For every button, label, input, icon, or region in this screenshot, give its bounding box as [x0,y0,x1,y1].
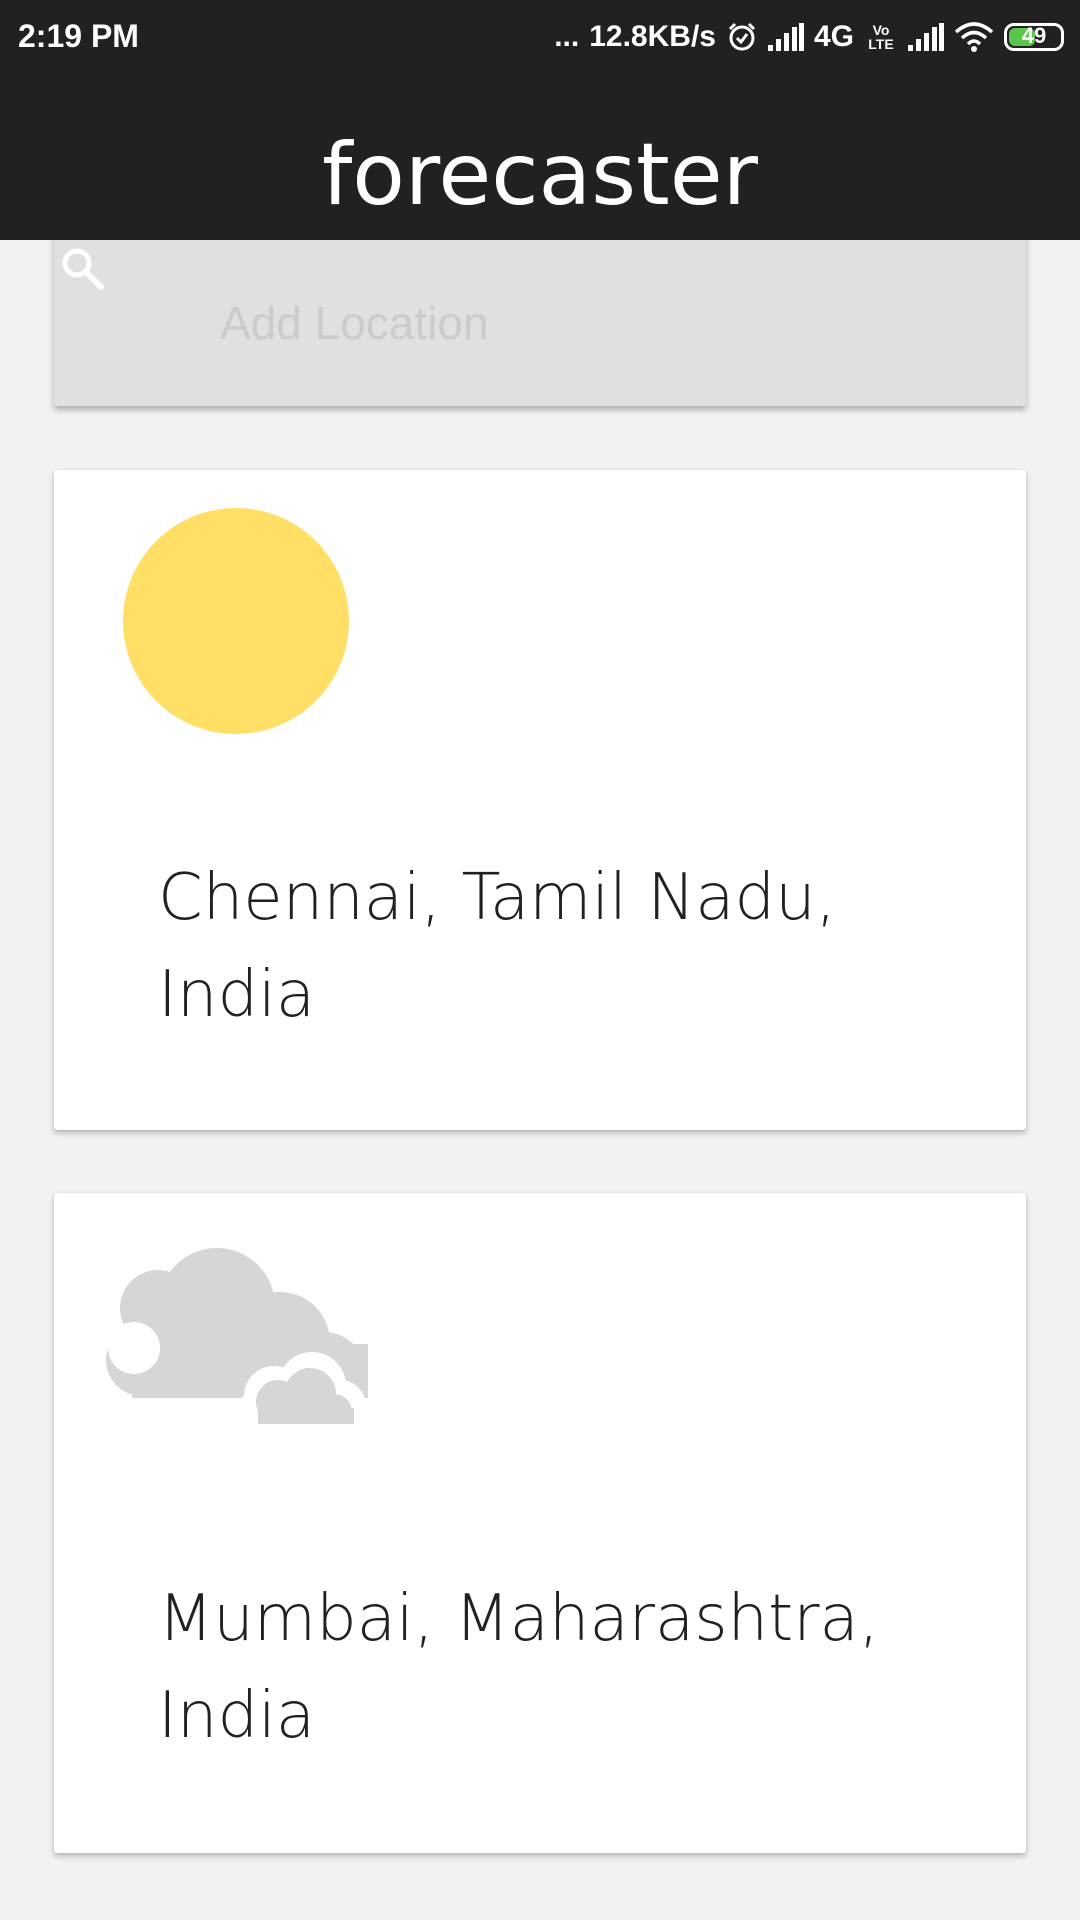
location-card-chennai[interactable]: Chennai, Tamil Nadu, India [54,470,1026,1130]
app-title: forecaster [321,125,759,225]
volte-icon: Vo LTE [868,22,894,52]
status-icons: ... 12.8KB/s 4G Vo LTE 49 [554,14,1064,60]
battery-icon: 49 [1004,23,1064,51]
add-location-input[interactable] [220,292,980,354]
status-bar: 2:19 PM ... 12.8KB/s 4G Vo LTE 49 [0,0,1080,74]
signal-icon [767,23,804,51]
network-type: 4G [813,20,854,53]
cloud-icon [102,1248,372,1432]
battery-level: 49 [1021,23,1047,48]
status-time: 2:19 PM [18,18,139,54]
signal-icon-2 [908,23,944,51]
app-bar: forecaster [0,74,1080,240]
location-name: Chennai, Tamil Nadu, India [158,861,837,1032]
wifi-icon [954,22,994,52]
search-icon[interactable] [60,246,106,297]
alarm-icon [726,21,758,53]
network-speed: 12.8KB/s [589,20,716,53]
location-card-mumbai[interactable]: Mumbai, Maharashtra, India [54,1193,1026,1853]
sun-icon [123,508,349,734]
more-indicator: ... [554,20,580,53]
location-name: Mumbai, Maharashtra, India [158,1582,880,1753]
